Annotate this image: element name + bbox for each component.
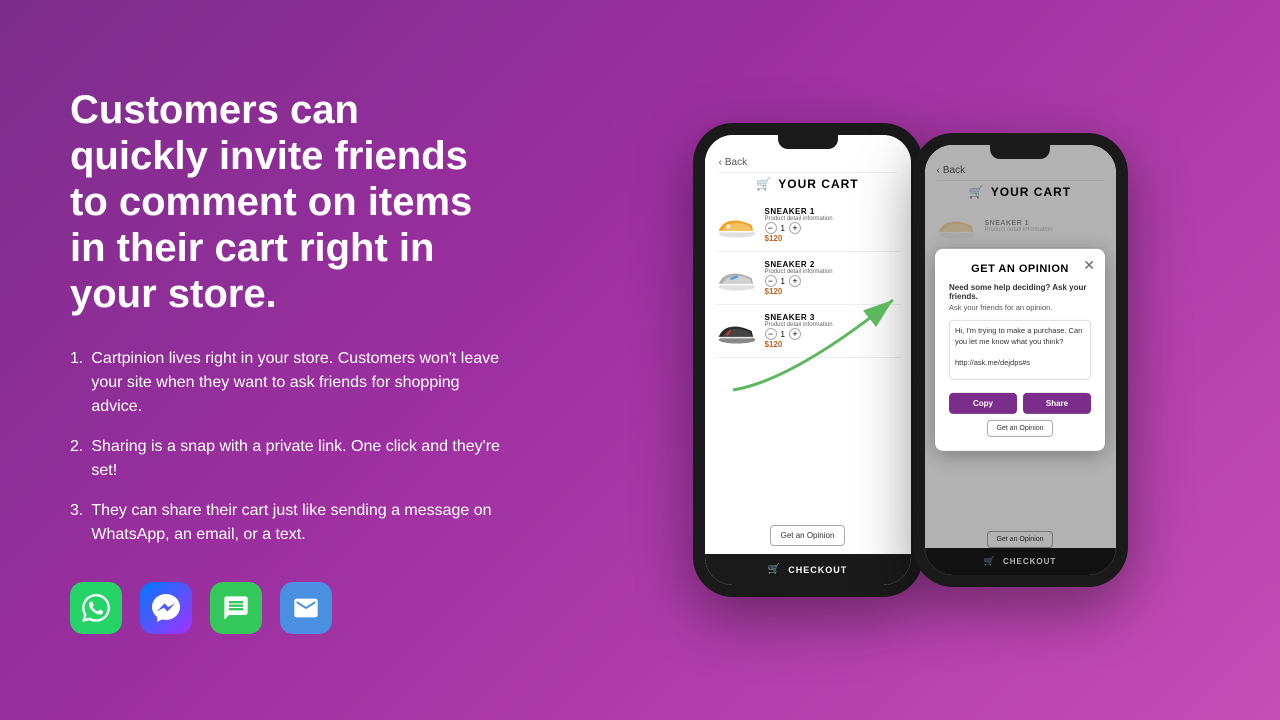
phone-1-back[interactable]: ‹ Back xyxy=(719,157,897,168)
copy-button[interactable]: Copy xyxy=(949,393,1017,414)
sneaker-3-image xyxy=(715,316,757,346)
qty-control-2: − 1 + xyxy=(765,275,901,287)
phone-2-screen: ‹ Back 🛒 YOUR CART xyxy=(925,145,1116,575)
cart-item-3: SNEAKER 3 Product detail information − 1… xyxy=(715,305,901,358)
cart-item-1: SNEAKER 1 Product detail information − 1… xyxy=(715,199,901,252)
qty-decrease-2[interactable]: − xyxy=(765,275,777,287)
phone-2: ‹ Back 🛒 YOUR CART xyxy=(913,133,1128,587)
qty-control-3: − 1 + xyxy=(765,328,901,340)
item-2-info: SNEAKER 2 Product detail information − 1… xyxy=(765,260,901,296)
modal-buttons: Copy Share xyxy=(949,393,1091,414)
qty-decrease-1[interactable]: − xyxy=(765,222,777,234)
phones-section: ‹ Back 🛒 YOUR CART xyxy=(560,123,1280,597)
app-icons-row xyxy=(70,582,500,634)
points-list: Cartpinion lives right in your store. Cu… xyxy=(70,347,500,547)
get-opinion-button-1[interactable]: Get an Opinion xyxy=(770,525,846,546)
opinion-modal: ✕ GET AN OPINION Need some help deciding… xyxy=(935,249,1105,451)
point-2: Sharing is a snap with a private link. O… xyxy=(70,435,500,483)
modal-close-button[interactable]: ✕ xyxy=(1083,257,1095,274)
qty-increase-1[interactable]: + xyxy=(789,222,801,234)
sneaker-2-image xyxy=(715,263,757,293)
left-section: Customers can quickly invite friends to … xyxy=(0,27,560,694)
qty-decrease-3[interactable]: − xyxy=(765,328,777,340)
share-button[interactable]: Share xyxy=(1023,393,1091,414)
modal-message-textarea[interactable]: Hi, I'm trying to make a purchase. Can y… xyxy=(949,320,1091,380)
get-opinion-button-modal[interactable]: Get an Opinion xyxy=(987,420,1052,437)
qty-increase-3[interactable]: + xyxy=(789,328,801,340)
phone-1-checkout-bar[interactable]: 🛒 CHECKOUT xyxy=(705,554,911,585)
cart-item-2: SNEAKER 2 Product detail information − 1… xyxy=(715,252,901,305)
phone-1-screen: ‹ Back 🛒 YOUR CART xyxy=(705,135,911,585)
item-1-info: SNEAKER 1 Product detail information − 1… xyxy=(765,207,901,243)
modal-title: GET AN OPINION xyxy=(949,263,1091,275)
modal-subtitle: Need some help deciding? Ask your friend… xyxy=(949,283,1091,301)
headline: Customers can quickly invite friends to … xyxy=(70,87,500,317)
qty-increase-2[interactable]: + xyxy=(789,275,801,287)
phone-1: ‹ Back 🛒 YOUR CART xyxy=(693,123,923,597)
cart-icon: 🛒 xyxy=(756,177,772,191)
imessage-icon[interactable] xyxy=(210,582,262,634)
point-1: Cartpinion lives right in your store. Cu… xyxy=(70,347,500,419)
phone-1-title: 🛒 YOUR CART xyxy=(719,172,897,191)
point-3: They can share their cart just like send… xyxy=(70,499,500,547)
phone-2-notch xyxy=(990,145,1050,159)
phone-1-notch xyxy=(778,135,838,149)
item-3-info: SNEAKER 3 Product detail information − 1… xyxy=(765,313,901,349)
qty-control-1: − 1 + xyxy=(765,222,901,234)
phone-1-cart-items: SNEAKER 1 Product detail information − 1… xyxy=(705,199,911,517)
sneaker-1-image xyxy=(715,210,757,240)
mail-icon[interactable] xyxy=(280,582,332,634)
modal-sub2: Ask your friends for an opinion. xyxy=(949,303,1091,312)
whatsapp-icon[interactable] xyxy=(70,582,122,634)
messenger-icon[interactable] xyxy=(140,582,192,634)
